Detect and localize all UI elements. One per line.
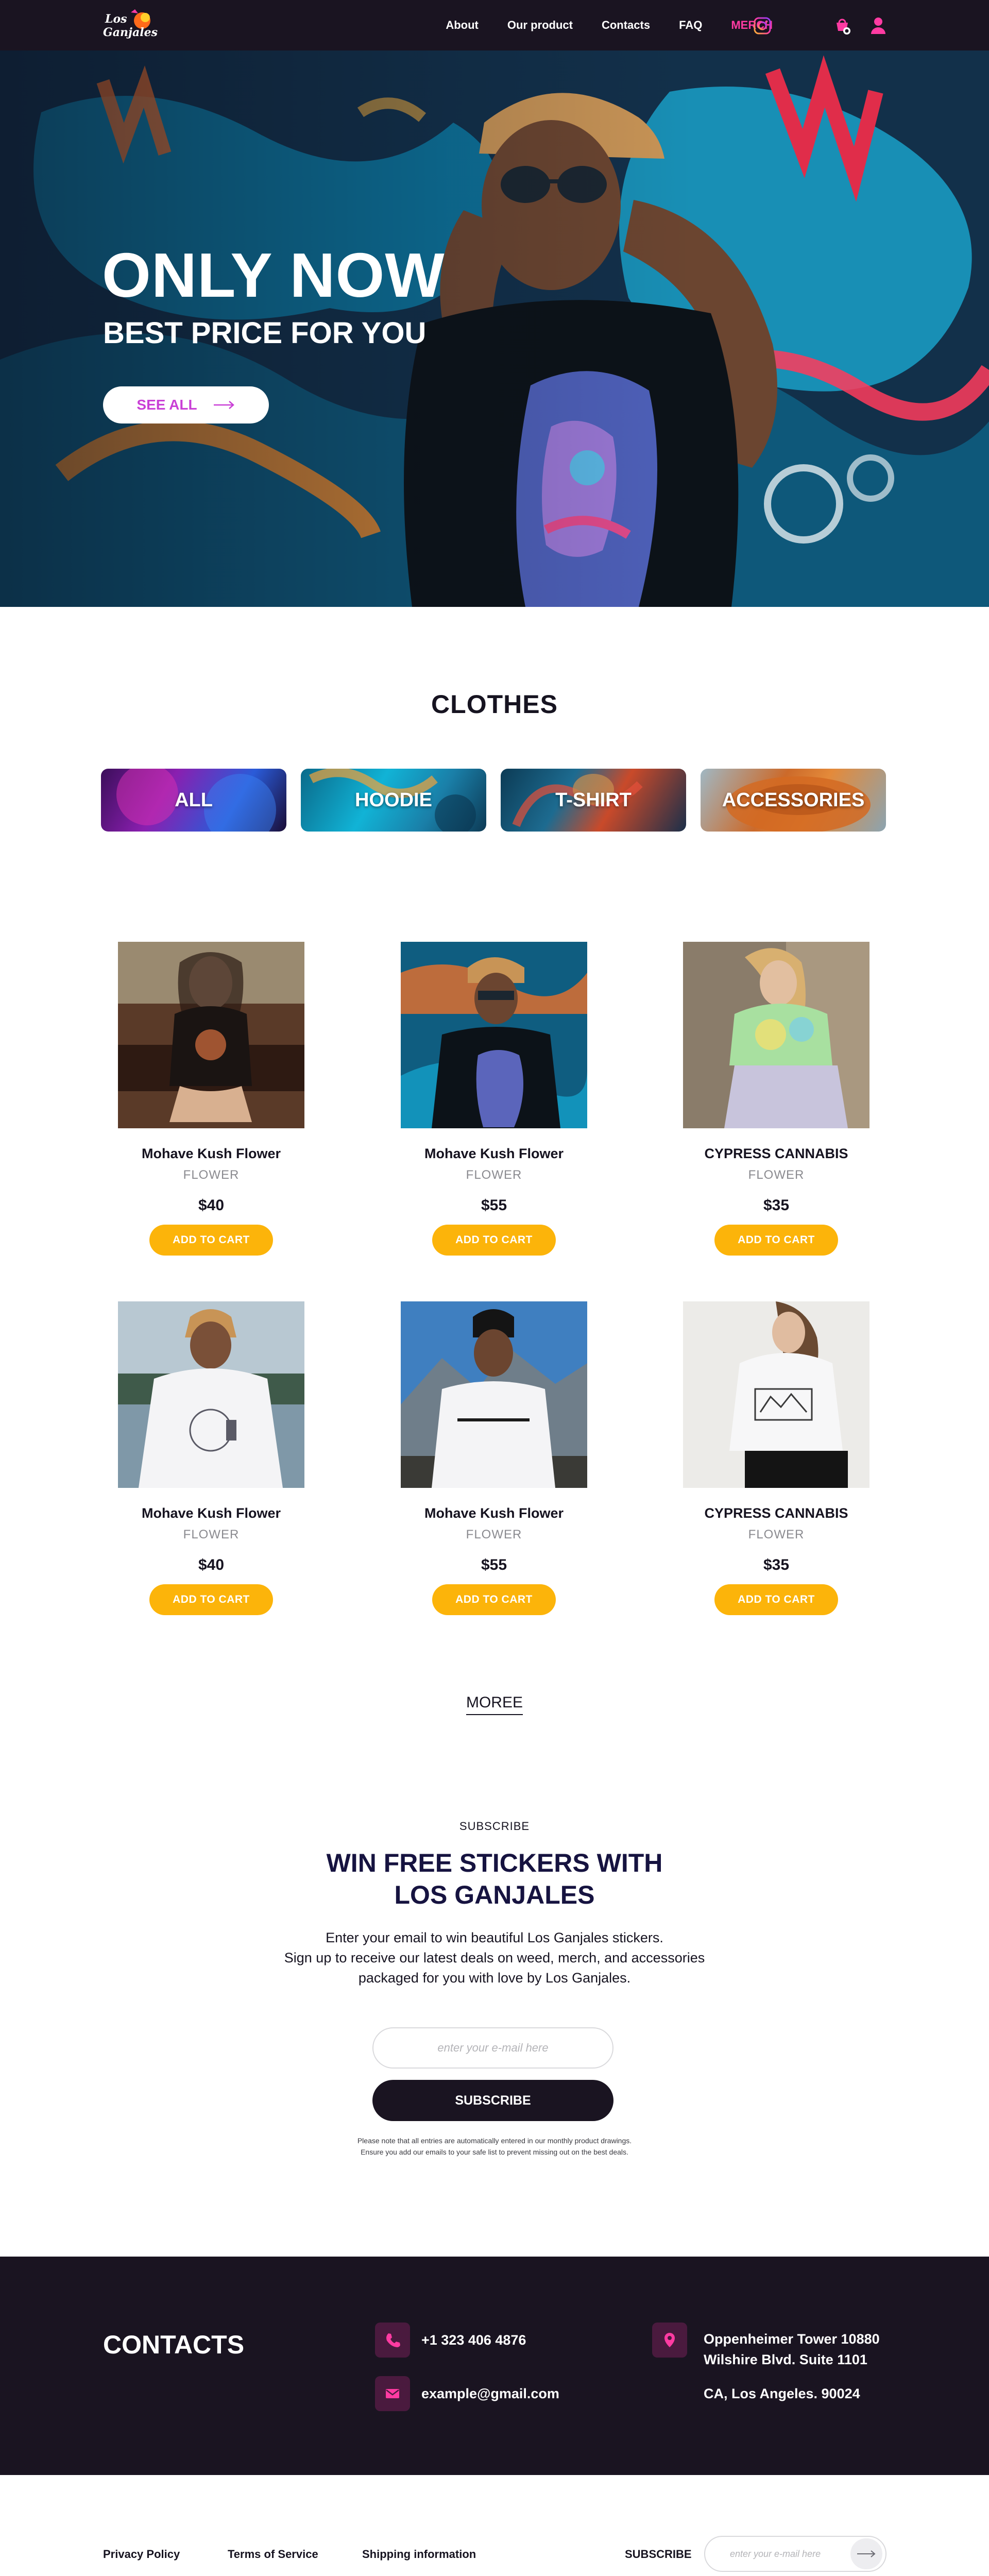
category-all-label: ALL	[175, 789, 213, 811]
category-all[interactable]: ALL	[101, 769, 286, 832]
contact-email[interactable]: example@gmail.com	[421, 2383, 559, 2404]
top-navbar: Los Ganjales About Our product Contacts …	[0, 0, 989, 50]
contact-address: Oppenheimer Tower 10880 Wilshire Blvd. S…	[704, 2331, 880, 2367]
nav-link-faq[interactable]: FAQ	[679, 19, 702, 32]
product-image[interactable]	[118, 1301, 304, 1488]
nav-link-about[interactable]: About	[446, 19, 479, 32]
logo[interactable]: Los Ganjales	[101, 7, 158, 43]
add-to-cart-button[interactable]: ADD TO CART	[149, 1225, 273, 1256]
user-icon[interactable]	[869, 16, 887, 35]
see-all-button[interactable]: SEE ALL	[103, 386, 269, 423]
product-name: Mohave Kush Flower	[424, 1505, 564, 1521]
contacts-title: CONTACTS	[103, 2330, 245, 2359]
more-button[interactable]: MOREE	[466, 1694, 523, 1715]
product-image[interactable]	[683, 942, 869, 1128]
product-card[interactable]: CYPRESS CANNABIS FLOWER $35 ADD TO CART	[683, 1301, 869, 1615]
product-card[interactable]: Mohave Kush Flower FLOWER $55 ADD TO CAR…	[401, 1301, 587, 1615]
product-image[interactable]	[401, 942, 587, 1128]
category-tshirt-label: T-SHIRT	[555, 789, 632, 811]
category-hoodie-label: HOODIE	[355, 789, 432, 811]
category-accessories-label: ACCESSORIES	[722, 789, 865, 811]
see-all-label: SEE ALL	[137, 397, 197, 413]
product-card[interactable]: Mohave Kush Flower FLOWER $40 ADD TO CAR…	[118, 1301, 304, 1615]
add-to-cart-button[interactable]: ADD TO CART	[432, 1584, 556, 1615]
arrow-right-icon	[857, 2550, 876, 2557]
add-to-cart-button[interactable]: ADD TO CART	[149, 1584, 273, 1615]
product-name: Mohave Kush Flower	[424, 1146, 564, 1161]
product-image[interactable]	[683, 1301, 869, 1488]
product-price: $40	[198, 1556, 225, 1573]
product-name: Mohave Kush Flower	[141, 1146, 281, 1161]
product-price: $55	[481, 1197, 507, 1214]
product-name: CYPRESS CANNABIS	[704, 1505, 848, 1521]
add-to-cart-button[interactable]: ADD TO CART	[714, 1584, 838, 1615]
footer-link-privacy[interactable]: Privacy Policy	[103, 2548, 180, 2561]
cart-icon[interactable]	[833, 18, 852, 36]
product-category: FLOWER	[183, 1528, 240, 1541]
product-name: Mohave Kush Flower	[141, 1505, 281, 1521]
product-category: FLOWER	[183, 1168, 240, 1182]
subscribe-button[interactable]: SUBSCRIBE	[372, 2080, 613, 2121]
add-to-cart-button[interactable]: ADD TO CART	[432, 1225, 556, 1256]
mail-icon	[375, 2376, 410, 2411]
subscribe-title: WIN FREE STICKERS WITH LOS GANJALES	[326, 1849, 663, 1909]
hero-subtitle: BEST PRICE FOR YOU	[103, 316, 427, 350]
phone-icon	[375, 2323, 410, 2358]
category-accessories[interactable]: ACCESSORIES	[701, 769, 886, 832]
footer-link-terms[interactable]: Terms of Service	[228, 2548, 318, 2561]
subscribe-note: Please note that all entries are automat…	[357, 2137, 632, 2156]
email-field[interactable]	[372, 2027, 613, 2069]
product-category: FLOWER	[466, 1168, 522, 1182]
product-category: FLOWER	[748, 1168, 805, 1182]
location-pin-icon	[652, 2323, 687, 2358]
product-price: $35	[763, 1556, 790, 1573]
footer-submit-button[interactable]	[850, 2538, 882, 2569]
subscribe-kicker: SUBSCRIBE	[459, 1820, 530, 1833]
product-card[interactable]: CYPRESS CANNABIS FLOWER $35 ADD TO CART	[683, 942, 869, 1256]
product-image[interactable]	[401, 1301, 587, 1488]
more-link: MOREE	[0, 1694, 989, 1715]
footer-subscribe-label: SUBSCRIBE	[625, 2548, 692, 2561]
product-card[interactable]: Mohave Kush Flower FLOWER $55 ADD TO CAR…	[401, 942, 587, 1256]
hero-title: ONLY NOW	[102, 240, 445, 310]
contacts-section: CONTACTS +1 323 406 4876 example@gmail.c…	[0, 2257, 989, 2475]
product-card[interactable]: Mohave Kush Flower FLOWER $40 ADD TO CAR…	[118, 942, 304, 1256]
product-price: $40	[198, 1197, 225, 1214]
category-tshirt[interactable]: T-SHIRT	[501, 769, 686, 832]
nav-link-contacts[interactable]: Contacts	[602, 19, 650, 32]
product-name: CYPRESS CANNABIS	[704, 1146, 848, 1161]
clothes-title: CLOTHES	[431, 690, 558, 719]
product-price: $55	[481, 1556, 507, 1573]
logo-icon: Los Ganjales	[103, 9, 158, 39]
nav-links: About Our product Contacts FAQ MERCH	[417, 0, 773, 50]
add-to-cart-button[interactable]: ADD TO CART	[714, 1225, 838, 1256]
product-category: FLOWER	[466, 1528, 522, 1541]
product-image[interactable]	[118, 942, 304, 1128]
footer-link-shipping[interactable]: Shipping information	[362, 2548, 476, 2561]
category-hoodie[interactable]: HOODIE	[301, 769, 486, 832]
svg-text:Los: Los	[105, 12, 127, 26]
product-category: FLOWER	[748, 1528, 805, 1541]
svg-text:Ganjales: Ganjales	[103, 26, 158, 39]
hero-banner: ONLY NOW BEST PRICE FOR YOU SEE ALL	[0, 50, 989, 607]
instagram-icon[interactable]	[753, 16, 772, 35]
nav-link-our-product[interactable]: Our product	[507, 19, 573, 32]
arrow-right-icon	[213, 401, 234, 409]
contact-city: CA, Los Angeles. 90024	[704, 2386, 860, 2401]
product-price: $35	[763, 1197, 790, 1214]
subscribe-description: Enter your email to win beautiful Los Ga…	[284, 1930, 705, 1986]
contact-phone[interactable]: +1 323 406 4876	[421, 2330, 526, 2350]
